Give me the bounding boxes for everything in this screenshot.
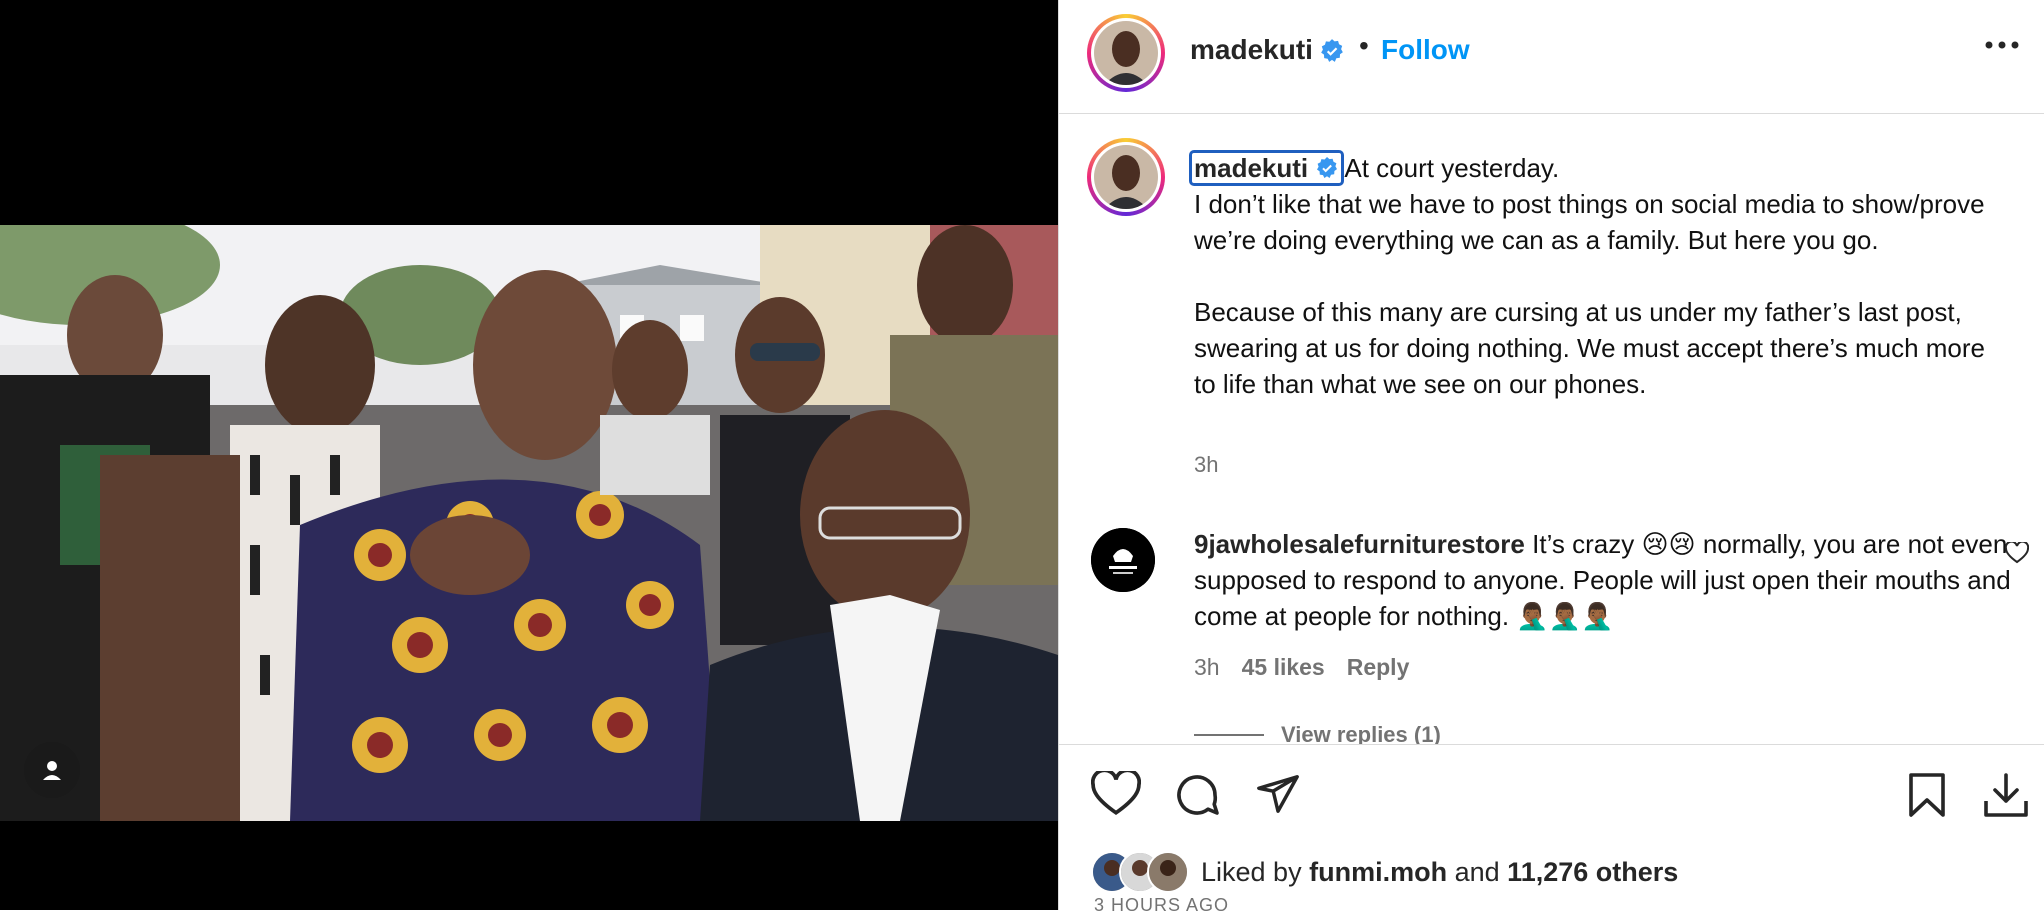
liker-avatar (1147, 851, 1189, 893)
caption-line-3: Because of this many are cursing at us u… (1194, 297, 1985, 399)
avatar-image (1094, 21, 1158, 85)
caption-line-2: I don’t like that we have to post things… (1194, 189, 1985, 255)
commenter-username[interactable]: 9jawholesalefurniturestore (1194, 529, 1525, 559)
heart-icon[interactable] (1091, 771, 1141, 817)
liked-by-user[interactable]: funmi.moh (1309, 857, 1447, 887)
comments-area[interactable]: madekuti At court yesterday. I don’t lik… (1059, 114, 2044, 744)
person-tag-icon (43, 761, 61, 780)
caption-line-1: At court yesterday. (1344, 153, 1560, 183)
caption-username-link[interactable]: madekuti (1189, 150, 1345, 186)
comment-body: 9jawholesalefurniturestore It’s crazy 😢😢… (1194, 526, 2039, 634)
more-options-icon[interactable] (1984, 40, 2020, 50)
follow-button[interactable]: Follow (1381, 34, 1470, 66)
commenter-logo-image (1091, 528, 1155, 592)
share-icon[interactable] (1255, 771, 1301, 817)
bookmark-icon[interactable] (1907, 771, 1947, 819)
liked-by-others[interactable]: 11,276 others (1507, 857, 1678, 887)
comment-timestamp[interactable]: 3h (1194, 654, 1220, 680)
author-username[interactable]: madekuti (1190, 34, 1313, 66)
post-date: 3 HOURS AGO (1094, 895, 1230, 915)
view-replies-line (1194, 734, 1264, 736)
tagged-people-button[interactable] (24, 742, 80, 798)
comment-meta: 3h 45 likes Reply (1194, 654, 1431, 681)
comment-icon[interactable] (1173, 771, 1221, 819)
caption-timestamp[interactable]: 3h (1194, 452, 1218, 478)
liked-by-prefix: Liked by (1201, 857, 1302, 887)
post-side-panel: madekuti • Follow madekuti At court yest… (1058, 0, 2044, 915)
comment-like-heart-icon[interactable] (2005, 542, 2029, 564)
post-photo (0, 225, 1058, 821)
header-separator: • (1359, 30, 1369, 61)
reply-button[interactable]: Reply (1347, 654, 1410, 680)
caption-username: madekuti (1194, 153, 1309, 183)
post-actions: Liked by funmi.moh and 11,276 others 3 H… (1059, 744, 2044, 915)
post-caption: madekuti At court yesterday. I don’t lik… (1189, 150, 2004, 402)
view-replies-button[interactable]: View replies (1) (1281, 722, 1441, 744)
download-icon[interactable] (1981, 771, 2031, 819)
post-media[interactable] (0, 0, 1058, 910)
post-header: madekuti • Follow (1059, 0, 2044, 114)
liked-by-text: Liked by funmi.moh and 11,276 others (1201, 857, 1678, 888)
caption-author-avatar[interactable] (1087, 138, 1165, 216)
author-avatar[interactable] (1087, 14, 1165, 92)
likers-avatars[interactable] (1091, 851, 1189, 893)
comment-likes[interactable]: 45 likes (1242, 654, 1325, 680)
avatar-image (1094, 145, 1158, 209)
verified-badge-icon (1321, 39, 1343, 62)
liked-by-joiner: and (1454, 857, 1500, 887)
verified-badge-icon (1317, 157, 1338, 179)
commenter-avatar[interactable] (1091, 528, 1155, 592)
